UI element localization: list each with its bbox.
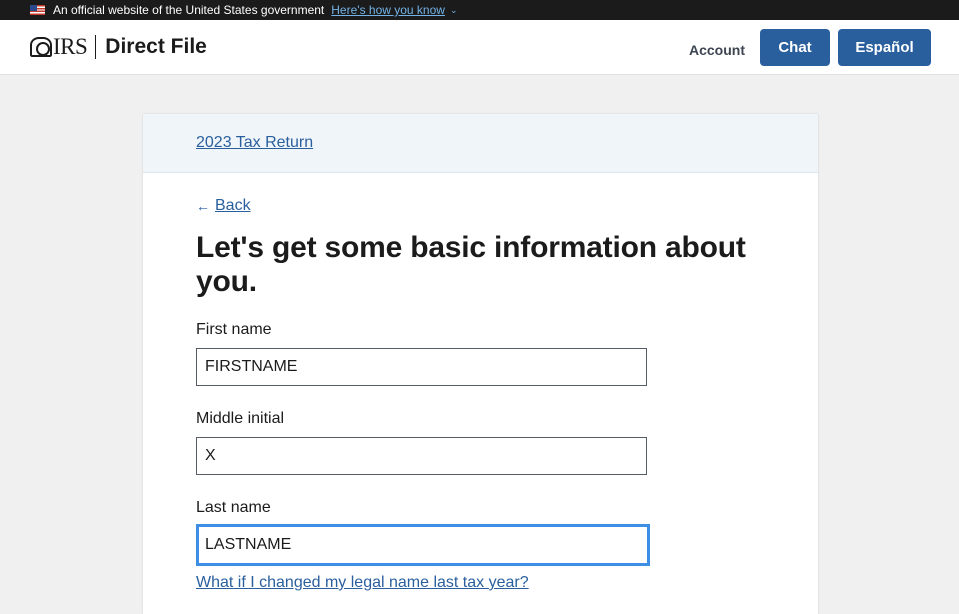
card-header: 2023 Tax Return — [143, 114, 818, 173]
last-name-label: Last name — [196, 499, 271, 516]
header-nav: Account Chat Español — [689, 28, 931, 66]
form-card: 2023 Tax Return ← Back Let's get some ba… — [143, 114, 818, 614]
gov-banner: An official website of the United States… — [0, 0, 959, 20]
card-body: ← Back Let's get some basic information … — [143, 173, 818, 592]
product-name: Direct File — [105, 35, 207, 58]
heres-how-you-know-link[interactable]: Here's how you know — [331, 3, 445, 17]
chat-button[interactable]: Chat — [760, 28, 830, 66]
first-name-input[interactable]: FIRSTNAME — [196, 348, 647, 386]
name-change-help-link[interactable]: What if I changed my legal name last tax… — [196, 574, 529, 591]
middle-initial-input[interactable]: X — [196, 437, 647, 475]
brand[interactable]: IRS Direct File — [30, 34, 207, 60]
back-link-label[interactable]: Back — [215, 197, 251, 215]
us-flag-icon — [30, 5, 45, 15]
middle-initial-label: Middle initial — [196, 410, 285, 427]
arrow-left-icon: ← — [196, 198, 210, 214]
espanol-button[interactable]: Español — [838, 28, 931, 66]
site-header: IRS Direct File Account Chat Español — [0, 20, 959, 75]
chevron-down-icon[interactable]: ⌄ — [450, 5, 458, 16]
first-name-label: First name — [196, 321, 272, 338]
irs-eagle-icon — [30, 37, 52, 57]
last-name-input[interactable]: LASTNAME — [196, 524, 650, 566]
account-link[interactable]: Account — [689, 42, 745, 58]
back-link[interactable]: ← Back — [196, 197, 765, 215]
irs-logo-text: IRS — [53, 34, 88, 59]
breadcrumb-tax-return-link[interactable]: 2023 Tax Return — [196, 134, 313, 152]
irs-logo: IRS — [30, 34, 88, 60]
gov-banner-text: An official website of the United States… — [53, 3, 325, 17]
page-title: Let's get some basic information about y… — [196, 231, 746, 298]
brand-divider — [95, 35, 97, 59]
